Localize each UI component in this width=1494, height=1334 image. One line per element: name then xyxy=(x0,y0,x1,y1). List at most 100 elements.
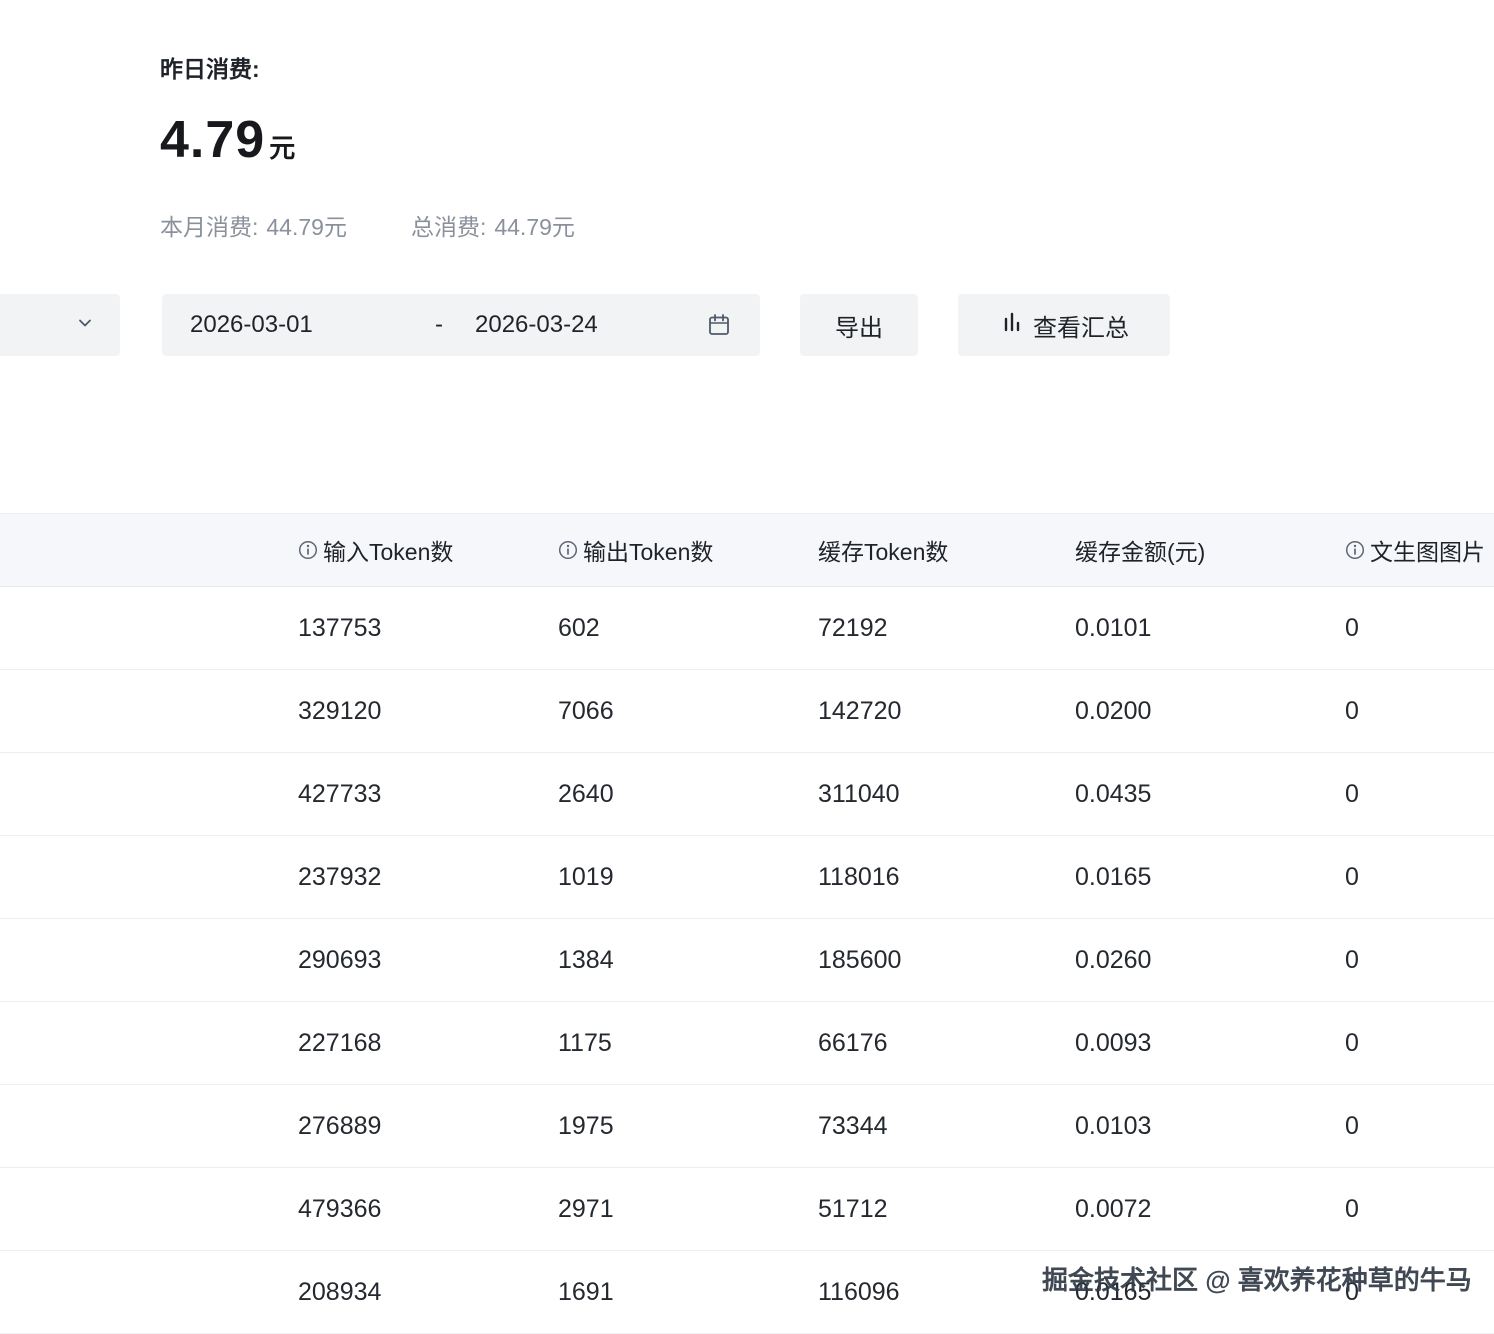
cell-image-count: 0 xyxy=(1345,919,1494,1002)
total-spend-value: 44.79元 xyxy=(494,208,575,242)
table-row: 227168 1175 66176 0.0093 0 xyxy=(0,1002,1494,1085)
row-spacer-cell xyxy=(0,1085,298,1168)
row-spacer-cell xyxy=(0,587,298,670)
cell-cache-tokens: 72192 xyxy=(818,587,1075,670)
date-separator: - xyxy=(435,311,475,339)
export-button-label: 导出 xyxy=(835,308,883,343)
spend-subtotals: 本月消费: 44.79元 总消费: 44.79元 xyxy=(160,208,575,242)
yesterday-spend-amount: 4.79 元 xyxy=(160,110,575,170)
column-label: 缓存Token数 xyxy=(818,533,948,567)
cell-cache-amount: 0.0260 xyxy=(1075,919,1345,1002)
cell-cache-amount: 0.0165 xyxy=(1075,1251,1345,1334)
column-label: 缓存金额(元) xyxy=(1075,533,1205,567)
cell-output-tokens: 2640 xyxy=(558,753,818,836)
table-body: 137753 602 72192 0.0101 0 329120 7066 14… xyxy=(0,587,1494,1334)
total-spend: 总消费: 44.79元 xyxy=(411,208,575,242)
month-spend-value: 44.79元 xyxy=(266,208,347,242)
row-spacer-cell xyxy=(0,836,298,919)
cell-cache-tokens: 118016 xyxy=(818,836,1075,919)
filter-bar: 2026-03-01 - 2026-03-24 导出 查看汇总 xyxy=(0,294,1494,356)
cell-input-tokens: 227168 xyxy=(298,1002,558,1085)
chevron-down-icon xyxy=(76,314,94,337)
bar-chart-icon xyxy=(999,310,1023,341)
month-spend-label: 本月消费: xyxy=(160,208,258,242)
calendar-icon xyxy=(706,312,732,338)
info-icon[interactable] xyxy=(298,540,318,560)
table-row: 479366 2971 51712 0.0072 0 xyxy=(0,1168,1494,1251)
table-row: 427733 2640 311040 0.0435 0 xyxy=(0,753,1494,836)
column-header-image-count: 文生图图片 xyxy=(1345,514,1494,587)
cell-input-tokens: 290693 xyxy=(298,919,558,1002)
table-header-row: 输入Token数 输出Token数 xyxy=(0,514,1494,587)
yesterday-spend-value: 4.79 xyxy=(160,110,265,170)
yesterday-spend-label: 昨日消费: xyxy=(160,50,575,84)
cell-image-count: 0 xyxy=(1345,670,1494,753)
export-button[interactable]: 导出 xyxy=(800,294,918,356)
cell-cache-amount: 0.0101 xyxy=(1075,587,1345,670)
cell-output-tokens: 1175 xyxy=(558,1002,818,1085)
cell-cache-tokens: 66176 xyxy=(818,1002,1075,1085)
row-spacer-cell xyxy=(0,753,298,836)
column-header-cache-tokens: 缓存Token数 xyxy=(818,514,1075,587)
cell-input-tokens: 237932 xyxy=(298,836,558,919)
cell-input-tokens: 329120 xyxy=(298,670,558,753)
view-summary-label: 查看汇总 xyxy=(1033,308,1129,343)
view-summary-button[interactable]: 查看汇总 xyxy=(958,294,1170,356)
yesterday-spend-unit: 元 xyxy=(269,128,295,165)
info-icon[interactable] xyxy=(558,540,578,560)
cell-cache-tokens: 142720 xyxy=(818,670,1075,753)
row-spacer-cell xyxy=(0,670,298,753)
usage-table: 输入Token数 输出Token数 xyxy=(0,513,1494,1334)
cell-cache-amount: 0.0200 xyxy=(1075,670,1345,753)
column-label: 文生图图片 xyxy=(1370,533,1485,567)
cell-output-tokens: 7066 xyxy=(558,670,818,753)
table-row: 208934 1691 116096 0.0165 0 xyxy=(0,1251,1494,1334)
cell-input-tokens: 208934 xyxy=(298,1251,558,1334)
row-spacer-cell xyxy=(0,1002,298,1085)
cell-image-count: 0 xyxy=(1345,587,1494,670)
info-icon[interactable] xyxy=(1345,540,1365,560)
cell-input-tokens: 427733 xyxy=(298,753,558,836)
row-spacer-cell xyxy=(0,1168,298,1251)
cell-output-tokens: 1019 xyxy=(558,836,818,919)
cell-cache-tokens: 185600 xyxy=(818,919,1075,1002)
cell-cache-amount: 0.0093 xyxy=(1075,1002,1345,1085)
cell-cache-tokens: 73344 xyxy=(818,1085,1075,1168)
cell-output-tokens: 1975 xyxy=(558,1085,818,1168)
cell-cache-amount: 0.0103 xyxy=(1075,1085,1345,1168)
cell-image-count: 0 xyxy=(1345,1002,1494,1085)
filter-select[interactable] xyxy=(0,294,120,356)
column-header-output-tokens: 输出Token数 xyxy=(558,514,818,587)
column-header-input-tokens: 输入Token数 xyxy=(298,514,558,587)
cell-output-tokens: 1691 xyxy=(558,1251,818,1334)
table-row: 237932 1019 118016 0.0165 0 xyxy=(0,836,1494,919)
table-row: 276889 1975 73344 0.0103 0 xyxy=(0,1085,1494,1168)
cell-input-tokens: 137753 xyxy=(298,587,558,670)
cell-output-tokens: 2971 xyxy=(558,1168,818,1251)
cell-image-count: 0 xyxy=(1345,1168,1494,1251)
table-row: 137753 602 72192 0.0101 0 xyxy=(0,587,1494,670)
cell-input-tokens: 479366 xyxy=(298,1168,558,1251)
column-label: 输入Token数 xyxy=(323,533,453,567)
table-row: 329120 7066 142720 0.0200 0 xyxy=(0,670,1494,753)
date-start[interactable]: 2026-03-01 xyxy=(190,311,435,339)
cell-cache-tokens: 51712 xyxy=(818,1168,1075,1251)
month-spend: 本月消费: 44.79元 xyxy=(160,208,347,242)
cell-cache-tokens: 311040 xyxy=(818,753,1075,836)
cell-cache-amount: 0.0435 xyxy=(1075,753,1345,836)
cell-image-count: 0 xyxy=(1345,1251,1494,1334)
cell-output-tokens: 1384 xyxy=(558,919,818,1002)
date-end[interactable]: 2026-03-24 xyxy=(475,311,598,339)
cell-cache-amount: 0.0165 xyxy=(1075,836,1345,919)
cell-image-count: 0 xyxy=(1345,753,1494,836)
table-row: 290693 1384 185600 0.0260 0 xyxy=(0,919,1494,1002)
header-spacer-cell xyxy=(0,514,298,587)
cell-image-count: 0 xyxy=(1345,1085,1494,1168)
date-range-picker[interactable]: 2026-03-01 - 2026-03-24 xyxy=(162,294,760,356)
column-header-cache-amount: 缓存金额(元) xyxy=(1075,514,1345,587)
cell-input-tokens: 276889 xyxy=(298,1085,558,1168)
column-label: 输出Token数 xyxy=(583,533,713,567)
row-spacer-cell xyxy=(0,919,298,1002)
row-spacer-cell xyxy=(0,1251,298,1334)
spend-summary: 昨日消费: 4.79 元 本月消费: 44.79元 总消费: 44.79元 xyxy=(160,50,575,242)
